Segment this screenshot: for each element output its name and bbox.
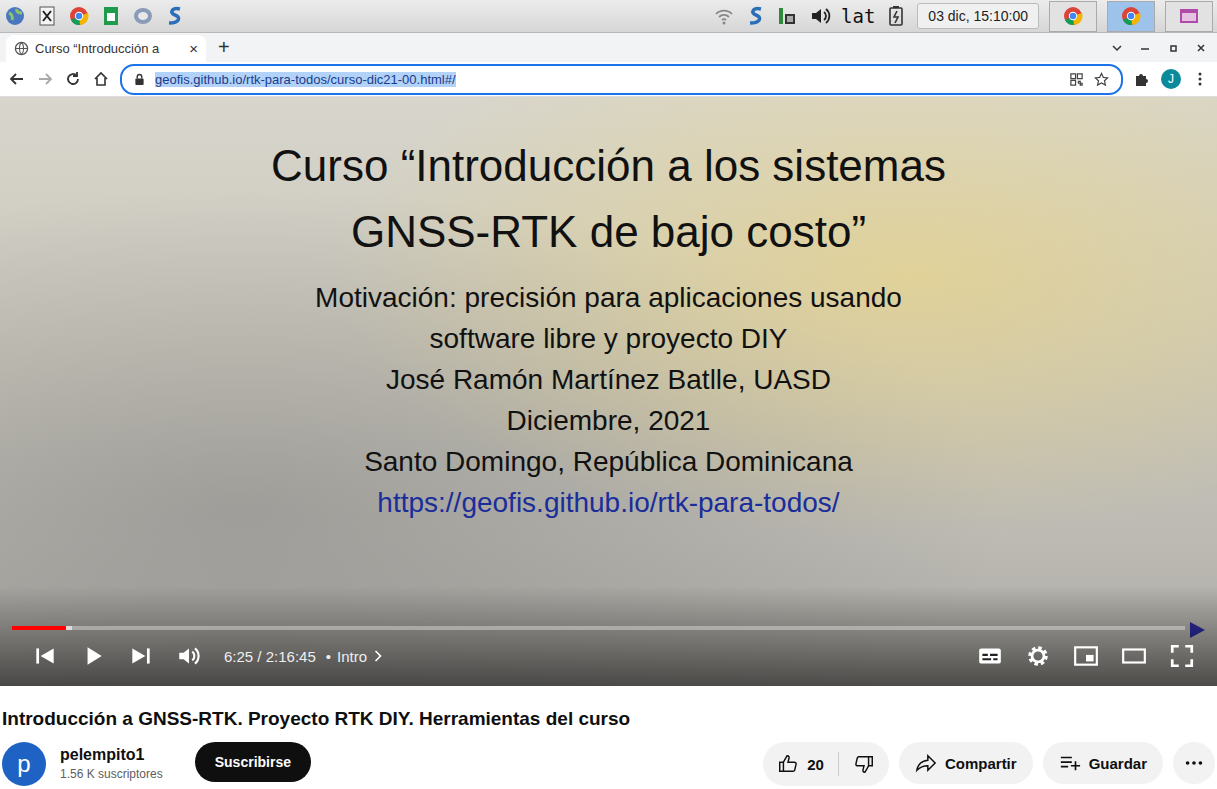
video-title: Introducción a GNSS-RTK. Proyecto RTK DI… bbox=[2, 706, 1217, 732]
control-row: 6:25 / 2:16:45 • Intro bbox=[0, 630, 1217, 686]
home-icon[interactable] bbox=[92, 70, 110, 88]
forward-icon[interactable] bbox=[36, 70, 54, 88]
app-swirl-icon[interactable] bbox=[745, 5, 767, 27]
share-button[interactable]: Compartir bbox=[899, 742, 1033, 784]
screen: lat 03 dic, 15:10:00 Curso “Introducción a… bbox=[0, 0, 1217, 789]
task-button[interactable] bbox=[1049, 1, 1097, 32]
volume-icon[interactable] bbox=[809, 5, 831, 27]
kebab-menu-icon[interactable] bbox=[1191, 70, 1209, 88]
theater-mode-icon[interactable] bbox=[1121, 643, 1147, 669]
keyboard-layout[interactable]: lat bbox=[841, 5, 875, 27]
more-button[interactable] bbox=[1173, 742, 1215, 784]
save-label: Guardar bbox=[1089, 755, 1147, 772]
chevron-right-icon bbox=[373, 649, 383, 663]
spreadsheet-icon[interactable] bbox=[100, 5, 122, 27]
address-bar: geofis.github.io/rtk-para-todos/curso-di… bbox=[0, 62, 1217, 97]
launcher-group bbox=[4, 5, 186, 27]
fullscreen-icon[interactable] bbox=[1169, 643, 1195, 669]
network-icon[interactable] bbox=[777, 5, 799, 27]
tab-title: Curso “Introducción a bbox=[35, 41, 183, 56]
taskbar: lat 03 dic, 15:10:00 bbox=[0, 0, 1217, 33]
qr-code-icon[interactable] bbox=[1069, 72, 1084, 87]
thumbs-down-icon[interactable] bbox=[853, 753, 875, 775]
task-button[interactable] bbox=[1107, 1, 1155, 32]
subtitles-icon[interactable] bbox=[977, 643, 1003, 669]
subscriber-count: 1.56 K suscriptores bbox=[60, 767, 163, 781]
divider bbox=[838, 752, 839, 776]
wifi-icon[interactable] bbox=[713, 5, 735, 27]
next-icon[interactable] bbox=[128, 643, 154, 669]
profile-avatar[interactable]: J bbox=[1161, 69, 1181, 89]
slide-line: Santo Domingo, República Dominicana bbox=[364, 441, 853, 482]
chapter-title: Intro bbox=[337, 648, 367, 665]
channel-info: pelempito1 1.56 K suscriptores bbox=[60, 742, 163, 781]
volume-icon[interactable] bbox=[176, 643, 202, 669]
previous-icon[interactable] bbox=[32, 643, 58, 669]
player-controls: 6:25 / 2:16:45 • Intro bbox=[0, 586, 1217, 686]
share-arrow-icon bbox=[915, 752, 937, 774]
new-tab-button[interactable]: + bbox=[206, 35, 242, 62]
app-swirl-icon[interactable] bbox=[164, 5, 186, 27]
minimize-icon[interactable] bbox=[1137, 40, 1153, 56]
browser-tab[interactable]: Curso “Introducción a × bbox=[6, 35, 206, 62]
url-text[interactable]: geofis.github.io/rtk-para-todos/curso-di… bbox=[155, 72, 456, 87]
window-icon bbox=[1178, 5, 1200, 27]
chapter-separator: • bbox=[326, 648, 331, 665]
tab-close-button[interactable]: × bbox=[189, 40, 198, 57]
maximize-icon[interactable] bbox=[1165, 40, 1181, 56]
channel-avatar[interactable]: p bbox=[2, 742, 46, 786]
channel-name[interactable]: pelempito1 bbox=[60, 746, 163, 764]
slide-body: Motivación: precisión para aplicaciones … bbox=[315, 277, 902, 523]
like-count: 20 bbox=[807, 756, 824, 773]
url-field[interactable]: geofis.github.io/rtk-para-todos/curso-di… bbox=[120, 64, 1123, 95]
thumbs-up-icon bbox=[777, 753, 799, 775]
played-fill bbox=[12, 626, 66, 630]
chevron-down-icon[interactable] bbox=[1109, 40, 1125, 56]
time-display: 6:25 / 2:16:45 bbox=[224, 648, 316, 665]
battery-icon[interactable] bbox=[885, 5, 907, 27]
more-dots-icon bbox=[1183, 752, 1205, 774]
like-button[interactable]: 20 bbox=[777, 753, 824, 775]
video-player[interactable]: Curso “Introducción a los sistemasGNSS-R… bbox=[0, 97, 1217, 686]
save-button[interactable]: Guardar bbox=[1043, 742, 1163, 784]
chrome-icon bbox=[1062, 5, 1084, 27]
slide: Curso “Introducción a los sistemasGNSS-R… bbox=[0, 97, 1217, 523]
subscribe-button[interactable]: Suscribirse bbox=[195, 742, 311, 782]
slide-line: software libre y proyecto DIY bbox=[430, 318, 788, 359]
channel-row: p pelempito1 1.56 K suscriptores Suscribirs… bbox=[2, 742, 1217, 786]
miniplayer-icon[interactable] bbox=[1073, 643, 1099, 669]
slide-link[interactable]: https://geofis.github.io/rtk-para-todos/ bbox=[377, 482, 839, 523]
extensions-icon[interactable] bbox=[1133, 70, 1151, 88]
video-info: Introducción a GNSS-RTK. Proyecto RTK DI… bbox=[0, 686, 1217, 789]
slide-line: José Ramón Martínez Batlle, UASD bbox=[386, 359, 831, 400]
slide-line: Diciembre, 2021 bbox=[507, 400, 711, 441]
slide-title-line: GNSS-RTK de bajo costo” bbox=[271, 199, 946, 265]
star-icon[interactable] bbox=[1094, 72, 1109, 87]
tray: lat 03 dic, 15:10:00 bbox=[713, 1, 1213, 32]
terminal-icon[interactable] bbox=[36, 5, 58, 27]
slide-line: Motivación: precisión para aplicaciones … bbox=[315, 277, 902, 318]
like-dislike-group: 20 bbox=[763, 742, 889, 786]
task-button[interactable] bbox=[1165, 1, 1213, 32]
close-icon[interactable] bbox=[1193, 40, 1209, 56]
slide-title: Curso “Introducción a los sistemasGNSS-R… bbox=[271, 133, 946, 265]
add-to-playlist-icon bbox=[1059, 752, 1081, 774]
progress-bar[interactable] bbox=[12, 626, 1185, 630]
globe-icon bbox=[14, 41, 29, 56]
clock[interactable]: 03 dic, 15:10:00 bbox=[917, 3, 1039, 29]
play-icon[interactable] bbox=[80, 643, 106, 669]
globe-icon[interactable] bbox=[4, 5, 26, 27]
r-icon[interactable] bbox=[132, 5, 154, 27]
settings-gear-icon[interactable] bbox=[1025, 643, 1051, 669]
chapter-button[interactable]: • Intro bbox=[326, 648, 383, 665]
tab-bar: Curso “Introducción a × + bbox=[0, 33, 1217, 62]
window-controls bbox=[1109, 33, 1217, 62]
back-icon[interactable] bbox=[8, 70, 26, 88]
slide-title-line: Curso “Introducción a los sistemas bbox=[271, 133, 946, 199]
chrome-icon bbox=[1120, 5, 1142, 27]
share-label: Compartir bbox=[945, 755, 1017, 772]
lock-icon[interactable] bbox=[134, 73, 145, 86]
reload-icon[interactable] bbox=[64, 70, 82, 88]
chrome-icon[interactable] bbox=[68, 5, 90, 27]
